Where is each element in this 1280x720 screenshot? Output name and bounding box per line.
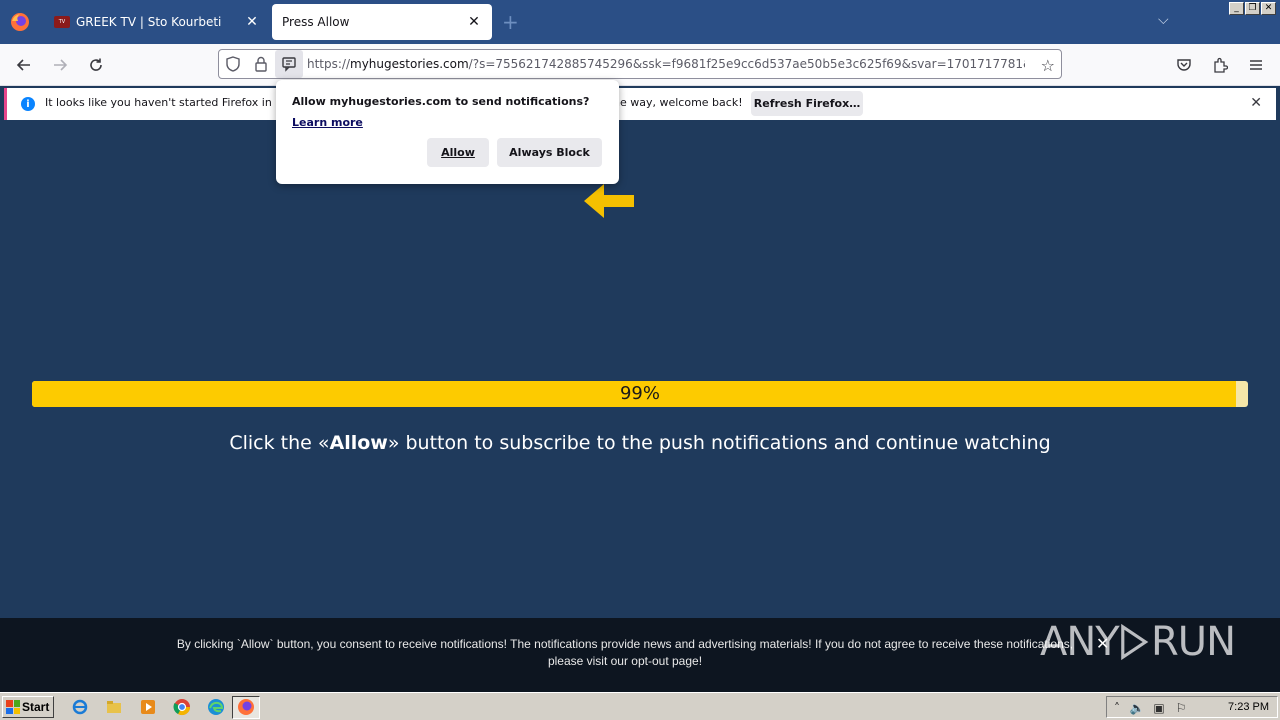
- url-bar[interactable]: https://myhugestories.com/?s=75562174288…: [218, 49, 1062, 79]
- learn-more-link[interactable]: Learn more: [292, 116, 363, 129]
- close-tab-icon[interactable]: ✕: [244, 14, 260, 30]
- watermark-any: ANY: [1040, 619, 1120, 665]
- file-explorer-icon[interactable]: [104, 697, 124, 717]
- tab-greek-tv[interactable]: TV GREEK TV | Sto Kourbeti ✕: [44, 4, 270, 40]
- system-tray: ˄ 🔈 ▣ ⚐ 7:23 PM: [1106, 696, 1278, 718]
- url-host: myhugestories.com: [350, 57, 469, 71]
- tab-press-allow[interactable]: Press Allow ✕: [272, 4, 492, 40]
- always-block-button[interactable]: Always Block: [497, 138, 602, 167]
- consent-text: By clicking `Allow` button, you consent …: [150, 636, 1100, 670]
- notification-permission-icon[interactable]: [275, 50, 303, 78]
- bookmark-star-icon[interactable]: ☆: [1041, 56, 1055, 75]
- media-player-icon[interactable]: [138, 697, 158, 717]
- reload-icon[interactable]: [84, 54, 108, 76]
- extensions-icon[interactable]: [1208, 54, 1232, 76]
- start-label: Start: [22, 700, 50, 714]
- watermark-run: RUN: [1151, 619, 1236, 665]
- arrow-left-icon: [584, 184, 634, 218]
- navigation-toolbar: https://myhugestories.com/?s=75562174288…: [0, 44, 1280, 86]
- greek-tv-favicon-icon: TV: [54, 16, 70, 28]
- firefox-menu-icon[interactable]: [8, 10, 32, 34]
- network-icon[interactable]: ▣: [1151, 700, 1167, 716]
- popup-title: Allow myhugestories.com to send notifica…: [292, 95, 590, 108]
- headline-after: » button to subscribe to the push notifi…: [387, 432, 1051, 454]
- close-tab-icon[interactable]: ✕: [466, 14, 482, 30]
- minimize-icon[interactable]: _: [1229, 2, 1244, 15]
- volume-icon[interactable]: 🔈: [1129, 700, 1145, 716]
- allow-button[interactable]: Allow: [427, 138, 489, 167]
- url-path: /?s=755621742885745296&ssk=f9681f25e9cc6…: [468, 57, 1025, 71]
- notification-permission-popup: Allow myhugestories.com to send notifica…: [276, 80, 619, 184]
- refresh-firefox-notification: i It looks like you haven't started Fire…: [4, 88, 1276, 120]
- new-tab-icon[interactable]: +: [502, 10, 519, 34]
- chrome-icon[interactable]: [172, 697, 192, 717]
- tab-label: Press Allow: [282, 15, 350, 29]
- windows-taskbar: Start ˄ 🔈 ▣ ⚐ 7:23 PM: [0, 692, 1280, 720]
- windows-logo-icon: [6, 700, 20, 714]
- action-center-flag-icon[interactable]: ⚐: [1173, 700, 1189, 716]
- close-window-icon[interactable]: ✕: [1261, 2, 1276, 15]
- headline-allow: Allow: [329, 432, 388, 454]
- list-all-tabs-icon[interactable]: ⌵: [1158, 12, 1169, 28]
- edge-icon[interactable]: [206, 697, 226, 717]
- headline-before: Click the «: [229, 432, 330, 454]
- pocket-icon[interactable]: [1172, 54, 1196, 76]
- tab-strip: TV GREEK TV | Sto Kourbeti ✕ Press Allow…: [0, 0, 1280, 44]
- show-hidden-icons-icon[interactable]: ˄: [1109, 700, 1125, 716]
- clock[interactable]: 7:23 PM: [1228, 701, 1269, 713]
- firefox-icon[interactable]: [236, 697, 256, 717]
- progress-percent: 99%: [619, 383, 660, 404]
- opt-out-link[interactable]: please visit our opt-out page!: [150, 653, 1100, 670]
- hamburger-menu-icon[interactable]: [1244, 54, 1268, 76]
- page-headline: Click the «Allow» button to subscribe to…: [0, 432, 1280, 454]
- restore-icon[interactable]: ❐: [1245, 2, 1260, 15]
- notification-text-tail: ne way, welcome back!: [613, 96, 743, 109]
- start-button[interactable]: Start: [2, 696, 54, 718]
- info-icon: i: [21, 97, 35, 111]
- tab-label: GREEK TV | Sto Kourbeti: [76, 15, 222, 29]
- progress-bar: 99%: [32, 381, 1248, 407]
- window-controls: _ ❐ ✕: [1229, 2, 1276, 15]
- allow-label: Allow: [441, 146, 475, 159]
- notification-text: It looks like you haven't started Firefo…: [45, 96, 315, 109]
- forward-icon[interactable]: [48, 54, 72, 76]
- consent-line-1: By clicking `Allow` button, you consent …: [176, 637, 1074, 651]
- tracking-protection-shield-icon[interactable]: [219, 50, 247, 78]
- url-text[interactable]: https://myhugestories.com/?s=75562174288…: [307, 57, 1025, 71]
- refresh-firefox-button[interactable]: Refresh Firefox…: [751, 91, 863, 116]
- back-icon[interactable]: [12, 54, 36, 76]
- url-prefix: https://: [307, 57, 351, 71]
- anyrun-watermark-logo: ANY RUN: [1040, 610, 1236, 674]
- play-triangle-icon: [1120, 623, 1149, 661]
- lock-icon[interactable]: [247, 50, 275, 78]
- internet-explorer-icon[interactable]: [70, 697, 90, 717]
- close-notification-icon[interactable]: ✕: [1250, 95, 1262, 111]
